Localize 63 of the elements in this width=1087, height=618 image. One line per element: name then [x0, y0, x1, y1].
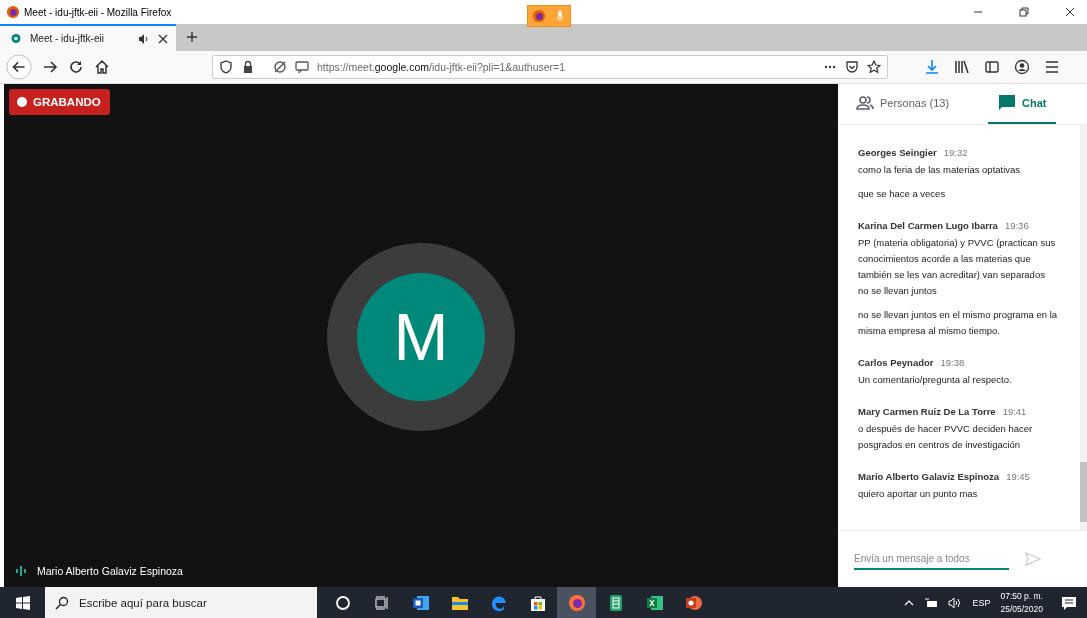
clock-time[interactable]: 07:50 p. m.	[1000, 589, 1043, 603]
avatar: M	[357, 272, 485, 401]
powerpoint-app-icon	[684, 593, 703, 612]
sender-name: Georges Seingier	[858, 147, 937, 158]
speaker-icon[interactable]	[138, 32, 150, 45]
network-icon[interactable]	[924, 595, 939, 610]
clock-date[interactable]: 25/05/2020	[1000, 602, 1043, 616]
sender-name: Karina Del Carmen Lugo Ibarra	[858, 220, 998, 231]
language-indicator[interactable]: ESP	[972, 597, 991, 608]
recording-badge: GRABANDO	[9, 89, 110, 115]
meet-favicon	[10, 32, 22, 45]
message-time: 19:38	[940, 357, 965, 368]
firefox-icon	[567, 593, 586, 612]
people-icon	[856, 94, 874, 112]
word-app-icon	[411, 593, 430, 612]
participant-name: Mario Alberto Galaviz Espinoza	[37, 565, 183, 577]
notifications-icon[interactable]	[1061, 594, 1077, 611]
windows-start-icon[interactable]	[15, 594, 31, 611]
circle-icon	[334, 594, 351, 611]
message-time: 19:45	[1006, 471, 1030, 482]
volume-icon[interactable]	[948, 595, 963, 610]
scrollbar[interactable]	[1080, 125, 1087, 530]
download-icon[interactable]	[924, 59, 940, 75]
close-icon[interactable]	[158, 33, 168, 44]
account-icon[interactable]	[1014, 59, 1030, 75]
panel-tab[interactable]: Personas (13)	[838, 84, 988, 124]
chat-message: PP (materia obligatoria) y PVVC (practican sus conocimientos acorde a las materias que también se les van acreditar) van separados no se llevan juntos	[858, 236, 1057, 298]
window-title: Meet - idu-jftk-eii - Mozilla Firefox	[24, 6, 172, 18]
chat-message: que se hace a veces	[858, 187, 947, 201]
task-view-icon	[373, 594, 390, 611]
sender-name: Mario Alberto Galaviz Espinoza	[858, 471, 1000, 482]
close-icon[interactable]	[1065, 7, 1075, 17]
chat-message: como la feria de las materias optativas	[858, 163, 1022, 177]
chat-message: Un comentario/pregunta al respecto.	[858, 373, 1013, 387]
audio-level-icon	[15, 565, 27, 577]
menu-icon[interactable]	[1044, 59, 1060, 75]
chat-icon	[998, 94, 1016, 112]
browser-tab[interactable]: Meet - idu-jftk-eii	[0, 24, 176, 51]
panel-tab[interactable]: Chat	[988, 84, 1057, 124]
library-icon[interactable]	[954, 59, 970, 75]
chat-message: no se llevan juntos en el mismo programa en la misma empresa al mismo tiempo.	[858, 308, 1058, 338]
new-tab-icon[interactable]	[186, 31, 198, 43]
message-time: 19:36	[1004, 220, 1029, 231]
reload-icon[interactable]	[68, 59, 84, 75]
restore-icon[interactable]	[1019, 7, 1029, 17]
sender-name: Carlos Peynador	[858, 357, 934, 368]
excel-app-icon	[645, 593, 664, 612]
sender-name: Mary Carmen Ruiz De La Torre	[858, 406, 996, 417]
address-bar[interactable]: https://meet.google.com/idu-jftk-eii?pli=1&authuser=1	[212, 55, 888, 79]
forward-icon[interactable]	[42, 59, 58, 75]
message-time: 19:32	[943, 147, 968, 158]
firefox-icon	[531, 9, 546, 23]
message-time: 19:41	[1002, 406, 1027, 417]
store-bag-icon	[528, 593, 547, 612]
sidebar-icon[interactable]	[984, 59, 1000, 75]
home-icon[interactable]	[94, 59, 110, 75]
chat-message: o después de hacer PVVC deciden hacer posgrados en centros de investigación	[858, 422, 1034, 452]
sharing-indicator[interactable]	[527, 5, 571, 27]
firefox-icon	[6, 5, 20, 19]
search-icon	[55, 595, 69, 610]
back-icon[interactable]	[6, 54, 32, 80]
chat-message: quiero aportar un punto mas	[858, 487, 979, 501]
taskbar-search-field[interactable]: Escribe aquí para buscar	[45, 587, 317, 618]
